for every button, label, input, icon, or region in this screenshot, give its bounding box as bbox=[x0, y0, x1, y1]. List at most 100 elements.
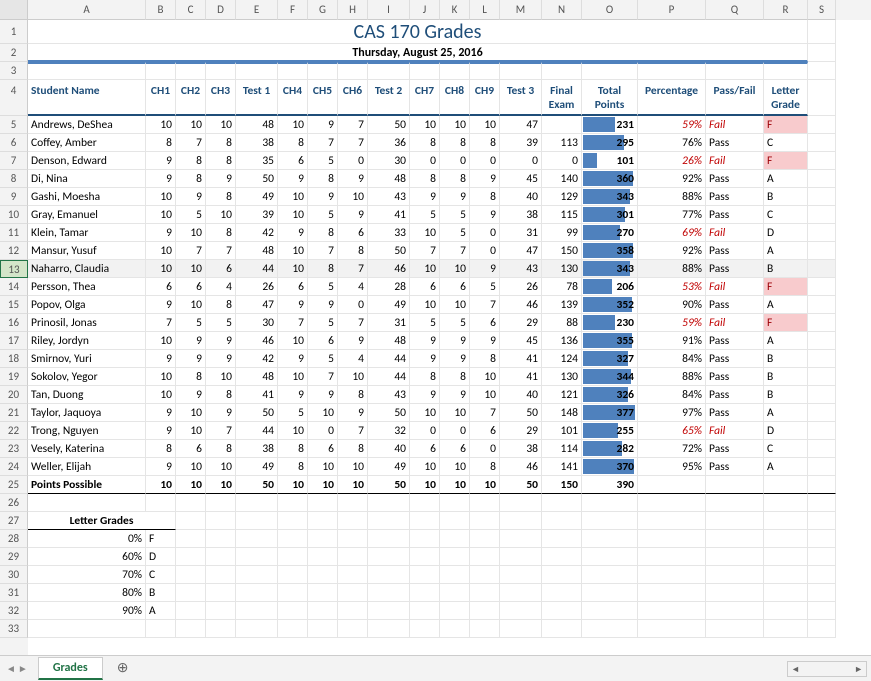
val[interactable]: 8 bbox=[146, 134, 176, 152]
points-possible-label[interactable]: Points Possible bbox=[28, 476, 146, 494]
cell[interactable] bbox=[582, 494, 638, 512]
val[interactable]: 129 bbox=[542, 188, 582, 206]
val[interactable]: 9 bbox=[440, 350, 470, 368]
val[interactable]: 10 bbox=[410, 260, 440, 278]
val[interactable]: 130 bbox=[542, 260, 582, 278]
val[interactable]: 9 bbox=[278, 386, 308, 404]
select-all-corner[interactable] bbox=[0, 0, 28, 20]
col-header-E[interactable]: E bbox=[236, 0, 278, 20]
passfail[interactable]: Pass bbox=[706, 134, 764, 152]
letter-grade[interactable]: B bbox=[764, 386, 808, 404]
cell-S[interactable] bbox=[808, 458, 836, 476]
student-name[interactable]: Andrews, DeShea bbox=[28, 116, 146, 134]
cell[interactable] bbox=[808, 512, 836, 530]
cell-row3-6[interactable] bbox=[308, 62, 338, 80]
val[interactable]: 10 bbox=[176, 422, 206, 440]
percentage[interactable]: 95% bbox=[638, 458, 706, 476]
student-name[interactable]: Weller, Elijah bbox=[28, 458, 146, 476]
cell[interactable] bbox=[638, 620, 706, 638]
passfail[interactable]: Fail bbox=[706, 422, 764, 440]
val[interactable]: 41 bbox=[500, 350, 542, 368]
cell[interactable] bbox=[638, 566, 706, 584]
row-header-18[interactable]: 18 bbox=[0, 350, 28, 368]
val[interactable]: 5 bbox=[470, 278, 500, 296]
percentage[interactable]: 84% bbox=[638, 350, 706, 368]
percentage[interactable]: 88% bbox=[638, 188, 706, 206]
cell[interactable] bbox=[368, 584, 410, 602]
val[interactable]: 8 bbox=[206, 152, 236, 170]
cell[interactable] bbox=[582, 584, 638, 602]
cell[interactable] bbox=[808, 602, 836, 620]
val[interactable]: 44 bbox=[368, 368, 410, 386]
val[interactable]: 7 bbox=[440, 242, 470, 260]
header-letter-grade[interactable]: Letter Grade bbox=[764, 80, 808, 116]
possible-val[interactable]: 150 bbox=[542, 476, 582, 494]
total-points-bar[interactable]: 301 bbox=[582, 206, 638, 224]
val[interactable]: 42 bbox=[236, 224, 278, 242]
letter-grade[interactable]: F bbox=[764, 116, 808, 134]
cell[interactable] bbox=[308, 530, 338, 548]
val[interactable]: 10 bbox=[206, 206, 236, 224]
val[interactable]: 48 bbox=[236, 242, 278, 260]
tab-next-icon[interactable]: ► bbox=[18, 662, 28, 675]
val[interactable]: 4 bbox=[206, 278, 236, 296]
val[interactable]: 9 bbox=[338, 404, 368, 422]
row-header-24[interactable]: 24 bbox=[0, 458, 28, 476]
val[interactable]: 40 bbox=[368, 440, 410, 458]
row-header-27[interactable]: 27 bbox=[0, 512, 28, 530]
cell[interactable] bbox=[582, 566, 638, 584]
student-name[interactable]: Gashi, Moesha bbox=[28, 188, 146, 206]
cell[interactable] bbox=[470, 566, 500, 584]
val[interactable]: 8 bbox=[410, 170, 440, 188]
header-ch5[interactable]: CH5 bbox=[308, 80, 338, 116]
row-header-5[interactable]: 5 bbox=[0, 116, 28, 134]
cell[interactable] bbox=[440, 620, 470, 638]
letter-grade[interactable]: C bbox=[764, 134, 808, 152]
val[interactable]: 9 bbox=[308, 386, 338, 404]
val[interactable]: 88 bbox=[542, 314, 582, 332]
val[interactable]: 38 bbox=[500, 206, 542, 224]
val[interactable]: 7 bbox=[470, 296, 500, 314]
cell-row3-15[interactable] bbox=[638, 62, 706, 80]
val[interactable]: 8 bbox=[338, 242, 368, 260]
possible-val[interactable]: 10 bbox=[206, 476, 236, 494]
header-ch7[interactable]: CH7 bbox=[410, 80, 440, 116]
percentage[interactable]: 72% bbox=[638, 440, 706, 458]
total-points-bar[interactable]: 344 bbox=[582, 368, 638, 386]
cell[interactable] bbox=[808, 620, 836, 638]
cell[interactable] bbox=[410, 620, 440, 638]
val[interactable]: 9 bbox=[440, 188, 470, 206]
val[interactable]: 38 bbox=[236, 440, 278, 458]
letter-grade[interactable]: D bbox=[764, 422, 808, 440]
cell[interactable] bbox=[582, 530, 638, 548]
val[interactable]: 0 bbox=[338, 296, 368, 314]
student-name[interactable]: Sokolov, Yegor bbox=[28, 368, 146, 386]
val[interactable]: 0 bbox=[542, 152, 582, 170]
total-points-bar[interactable]: 343 bbox=[582, 188, 638, 206]
cell[interactable] bbox=[764, 620, 808, 638]
val[interactable]: 7 bbox=[308, 242, 338, 260]
val[interactable]: 9 bbox=[176, 188, 206, 206]
cell-row3-12[interactable] bbox=[500, 62, 542, 80]
val[interactable]: 10 bbox=[338, 188, 368, 206]
cell[interactable] bbox=[440, 548, 470, 566]
val[interactable]: 8 bbox=[176, 152, 206, 170]
val[interactable]: 5 bbox=[308, 278, 338, 296]
cell[interactable] bbox=[706, 620, 764, 638]
cell[interactable] bbox=[368, 620, 410, 638]
percentage[interactable]: 77% bbox=[638, 206, 706, 224]
cell-S[interactable] bbox=[808, 440, 836, 458]
val[interactable]: 5 bbox=[308, 152, 338, 170]
add-sheet-button[interactable]: ⊕ bbox=[113, 659, 133, 679]
val[interactable]: 44 bbox=[368, 350, 410, 368]
val[interactable]: 10 bbox=[146, 116, 176, 134]
cell-row3-17[interactable] bbox=[764, 62, 808, 80]
cell[interactable] bbox=[542, 494, 582, 512]
letter-grade[interactable]: B bbox=[764, 188, 808, 206]
passfail[interactable]: Pass bbox=[706, 458, 764, 476]
val[interactable]: 8 bbox=[278, 458, 308, 476]
val[interactable]: 5 bbox=[308, 314, 338, 332]
student-name[interactable]: Vesely, Katerina bbox=[28, 440, 146, 458]
val[interactable]: 101 bbox=[542, 422, 582, 440]
letter-grade[interactable]: A bbox=[764, 296, 808, 314]
